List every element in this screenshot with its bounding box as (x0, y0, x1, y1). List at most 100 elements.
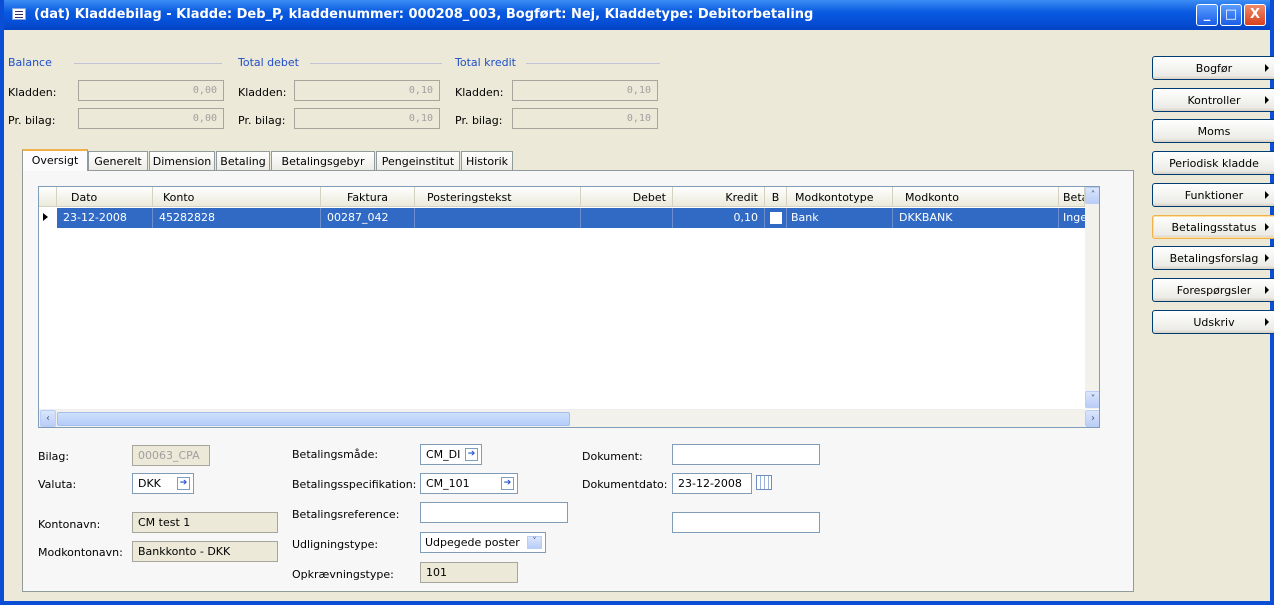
tab-generelt[interactable]: Generelt (88, 151, 148, 170)
valuta-field[interactable]: DKK ➔ (132, 473, 194, 494)
cell-posteringstekst[interactable] (415, 208, 581, 228)
balance-bilag-field: 0,00 (78, 108, 224, 129)
periodisk-kladde-button[interactable]: Periodisk kladde (1152, 151, 1274, 175)
tab-betaling[interactable]: Betaling (216, 151, 270, 170)
debet-kladden-label: Kladden: (238, 86, 287, 99)
kontonavn-field: CM test 1 (132, 512, 278, 533)
modkontonavn-label: Modkontonavn: (38, 546, 123, 559)
journal-window: (dat) Kladdebilag - Kladde: Deb_P, kladd… (0, 0, 1274, 605)
journal-lines-grid[interactable]: Dato Konto Faktura Posteringstekst Debet… (38, 186, 1100, 428)
betalingsmaade-field[interactable]: CM_DI ➔ (420, 444, 482, 465)
forespoergsler-button[interactable]: Forespørgsler (1152, 278, 1274, 302)
kontroller-button[interactable]: Kontroller (1152, 88, 1274, 112)
grid-header: Dato Konto Faktura Posteringstekst Debet… (39, 187, 1099, 207)
valuta-label: Valuta: (38, 478, 77, 491)
submenu-arrow-icon (1265, 286, 1269, 294)
dokument-field[interactable] (672, 444, 820, 465)
debet-divider (310, 63, 442, 64)
minimize-button[interactable]: _ (1196, 4, 1218, 26)
cell-faktura[interactable]: 00287_042 (321, 208, 415, 228)
col-modkonto[interactable]: Modkonto (893, 187, 1059, 207)
kontroller-label: Kontroller (1187, 94, 1241, 107)
funktioner-button[interactable]: Funktioner (1152, 183, 1274, 207)
udligningstype-select[interactable]: Udpegede poster ˅ (420, 532, 546, 553)
tab-betalingsgebyr[interactable]: Betalingsgebyr (271, 151, 375, 170)
cell-konto[interactable]: 45282828 (153, 208, 321, 228)
debet-bilag-label: Pr. bilag: (238, 114, 286, 127)
col-dato[interactable]: Dato (57, 187, 153, 207)
submenu-arrow-icon (1265, 64, 1269, 72)
cell-dato[interactable]: 23-12-2008 (57, 208, 153, 228)
udskriv-button[interactable]: Udskriv (1152, 310, 1274, 334)
bilag-label: Bilag: (38, 450, 70, 463)
lookup-icon[interactable]: ➔ (501, 477, 514, 490)
horizontal-scrollbar[interactable]: ‹ › (39, 409, 1099, 427)
cell-debet[interactable] (581, 208, 673, 228)
kontonavn-label: Kontonavn: (38, 518, 101, 531)
current-row-indicator (43, 213, 48, 221)
cell-modkontotype[interactable]: Bank (787, 208, 893, 228)
moms-label: Moms (1197, 125, 1231, 138)
lookup-icon[interactable]: ➔ (465, 448, 478, 461)
betalingsspec-value: CM_101 (426, 477, 470, 490)
betalingsref-label: Betalingsreference: (292, 508, 400, 521)
lookup-icon[interactable]: ➔ (177, 477, 190, 490)
submenu-arrow-icon (1265, 223, 1269, 231)
window-title: (dat) Kladdebilag - Kladde: Deb_P, kladd… (34, 7, 814, 22)
betalingsforslag-button[interactable]: Betalingsforslag (1152, 246, 1274, 270)
extra-field[interactable] (672, 512, 820, 533)
betalingsmaade-label: Betalingsmåde: (292, 448, 379, 461)
table-row[interactable]: 23-12-2008 45282828 00287_042 0,10 Bank … (57, 208, 1087, 228)
balance-kladden-field: 0,00 (78, 80, 224, 101)
title-bar[interactable]: (dat) Kladdebilag - Kladde: Deb_P, kladd… (4, 0, 1270, 30)
col-betaling[interactable]: Betalin (1059, 187, 1085, 207)
close-button[interactable]: X (1244, 4, 1266, 26)
scroll-up-icon[interactable]: ˄ (1085, 187, 1099, 204)
col-faktura[interactable]: Faktura (321, 187, 415, 207)
valuta-value: DKK (138, 477, 161, 490)
scroll-down-icon[interactable]: ˅ (1085, 391, 1099, 408)
b-checkbox[interactable] (769, 212, 782, 224)
tab-oversigt[interactable]: Oversigt (22, 149, 88, 171)
maximize-button[interactable]: □ (1220, 4, 1242, 26)
window-icon (12, 8, 26, 20)
betalingsmaade-value: CM_DI (426, 448, 461, 461)
betalingsref-field[interactable] (420, 502, 568, 523)
scroll-right-icon[interactable]: › (1085, 410, 1099, 427)
col-modkontotype[interactable]: Modkontotype (787, 187, 893, 207)
kredit-kladden-field: 0,10 (512, 80, 658, 101)
vertical-scrollbar[interactable]: ˄ ˅ (1085, 187, 1099, 409)
cell-b[interactable] (765, 208, 787, 228)
cell-kredit[interactable]: 0,10 (673, 208, 765, 228)
betalingsstatus-button[interactable]: Betalingsstatus (1152, 215, 1274, 239)
col-konto[interactable]: Konto (153, 187, 321, 207)
submenu-arrow-icon (1265, 254, 1269, 262)
kredit-bilag-label: Pr. bilag: (455, 114, 503, 127)
moms-button[interactable]: Moms (1152, 119, 1274, 143)
betalingsspec-field[interactable]: CM_101 ➔ (420, 473, 518, 494)
opkraevningstype-label: Opkrævningstype: (292, 568, 394, 581)
col-kredit[interactable]: Kredit (673, 187, 765, 207)
bogfoer-button[interactable]: Bogfør (1152, 56, 1274, 80)
submenu-arrow-icon (1265, 96, 1269, 104)
cell-modkonto[interactable]: DKKBANK (893, 208, 1059, 228)
col-posteringstekst[interactable]: Posteringstekst (415, 187, 581, 207)
tab-historik[interactable]: Historik (461, 151, 513, 170)
kredit-group-title: Total kredit (455, 56, 516, 69)
kredit-kladden-label: Kladden: (455, 86, 504, 99)
col-b[interactable]: B (765, 187, 787, 207)
betalingsforslag-label: Betalingsforslag (1169, 252, 1259, 265)
scroll-left-icon[interactable]: ‹ (40, 410, 56, 427)
tab-dimension[interactable]: Dimension (149, 151, 215, 170)
balance-divider (74, 63, 222, 64)
chevron-down-icon[interactable]: ˅ (527, 536, 542, 549)
dokumentdato-field[interactable]: 23-12-2008 (672, 473, 752, 494)
col-debet[interactable]: Debet (581, 187, 673, 207)
horizontal-scroll-thumb[interactable] (57, 412, 570, 426)
modkontonavn-field: Bankkonto - DKK (132, 541, 278, 562)
tab-pengeinstitut[interactable]: Pengeinstitut (376, 151, 460, 170)
cell-betaling[interactable]: Ingen (1059, 208, 1087, 228)
debet-group-title: Total debet (238, 56, 299, 69)
calendar-icon[interactable] (756, 475, 772, 490)
dokumentdato-label: Dokumentdato: (582, 478, 668, 491)
